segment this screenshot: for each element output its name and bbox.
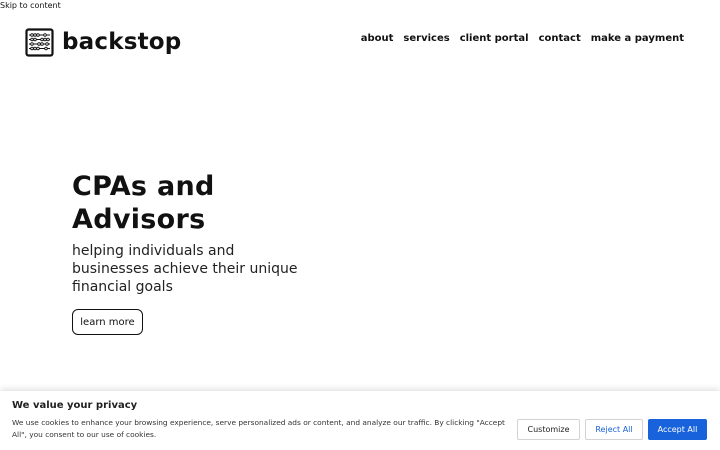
skip-to-content-link[interactable]: Skip to content — [0, 0, 61, 11]
cookie-banner-text: We use cookies to enhance your browsing … — [12, 418, 505, 439]
nav-item-about[interactable]: about — [361, 31, 394, 47]
nav-item-make-a-payment[interactable]: make a payment — [591, 31, 684, 47]
brand-name: backstop — [62, 29, 182, 55]
nav-item-contact[interactable]: contact — [539, 31, 581, 47]
accept-all-button[interactable]: Accept All — [648, 419, 707, 440]
nav-item-client-portal[interactable]: client portal — [460, 31, 529, 47]
learn-more-button[interactable]: learn more — [72, 309, 143, 335]
brand-logo[interactable]: backstop — [25, 28, 181, 57]
page: Skip to content backstop about services — [0, 0, 720, 450]
reject-all-button[interactable]: Reject All — [585, 419, 643, 440]
abacus-icon — [25, 28, 54, 57]
cookie-banner-title: We value your privacy — [12, 400, 138, 411]
hero-title: CPAs and Advisors — [72, 171, 215, 235]
cookie-consent-banner: We value your privacy We use cookies to … — [0, 391, 720, 450]
site-header: backstop about services client portal co… — [0, 24, 720, 64]
hero-section: CPAs and Advisors helping individuals an… — [72, 170, 532, 335]
nav-item-services[interactable]: services — [403, 31, 449, 47]
customize-button[interactable]: Customize — [517, 419, 580, 440]
main-navigation: about services client portal contact mak… — [361, 31, 684, 47]
hero-subtitle: helping individuals and businesses achie… — [72, 243, 298, 295]
